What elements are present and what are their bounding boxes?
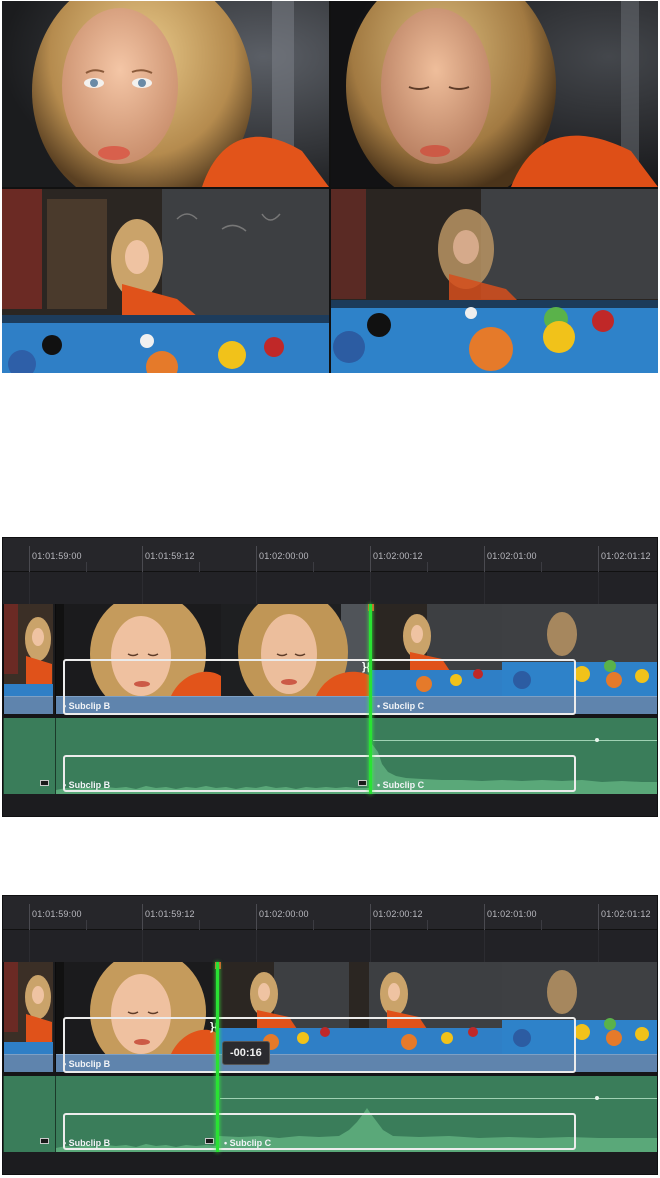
closeup-face-image xyxy=(2,1,329,187)
ruler-tick xyxy=(256,546,257,572)
wide-pool-image xyxy=(2,189,329,373)
clip-link-icon xyxy=(40,1138,49,1144)
ruler-tick xyxy=(142,546,143,572)
ruler-tick xyxy=(313,920,314,930)
ruler-tick xyxy=(199,562,200,572)
viewer-frame-2[interactable] xyxy=(331,1,658,187)
volume-keyframe[interactable] xyxy=(595,1096,599,1100)
video-selection-box[interactable] xyxy=(63,659,576,715)
ruler-tick xyxy=(370,546,371,572)
audio-selection-box[interactable] xyxy=(63,755,576,792)
ruler-tick xyxy=(598,546,599,572)
ruler-label: 01:01:59:00 xyxy=(32,551,82,561)
ruler-tick xyxy=(370,904,371,930)
track-footer xyxy=(3,794,657,816)
ruler-label: 01:02:01:12 xyxy=(601,909,651,919)
ruler-tick xyxy=(256,904,257,930)
ruler-label: 01:02:00:00 xyxy=(259,909,309,919)
ruler-label: 01:02:01:00 xyxy=(487,551,537,561)
ruler-tick xyxy=(199,920,200,930)
trim-offset-tooltip: -00:16 xyxy=(222,1041,270,1065)
ruler-tick xyxy=(541,920,542,930)
ruler-tick xyxy=(86,562,87,572)
ruler-tick xyxy=(598,904,599,930)
clip-thumbnail xyxy=(4,604,53,696)
timecode-ruler[interactable]: 01:01:59:00 01:01:59:12 01:02:00:00 01:0… xyxy=(3,896,657,930)
timeline-panel-after[interactable]: 01:01:59:00 01:01:59:12 01:02:00:00 01:0… xyxy=(2,895,658,1175)
ruler-tick xyxy=(541,562,542,572)
video-clip-previous[interactable] xyxy=(3,962,53,1072)
clip-link-icon xyxy=(40,780,49,786)
viewer-frame-3[interactable] xyxy=(2,189,329,373)
clip-thumbnail xyxy=(4,962,53,1054)
empty-track-row xyxy=(3,572,657,604)
multi-viewer xyxy=(2,1,658,373)
ruler-tick xyxy=(86,920,87,930)
ruler-label: 01:02:00:12 xyxy=(373,551,423,561)
ruler-label: 01:02:00:00 xyxy=(259,551,309,561)
ruler-label: 01:02:01:12 xyxy=(601,551,651,561)
ruler-label: 01:01:59:00 xyxy=(32,909,82,919)
volume-keyframe[interactable] xyxy=(595,738,599,742)
ruler-tick xyxy=(142,904,143,930)
ruler-tick xyxy=(427,920,428,930)
ruler-tick xyxy=(29,904,30,930)
ruler-tick xyxy=(427,562,428,572)
playhead[interactable] xyxy=(216,962,219,1152)
playhead[interactable] xyxy=(369,604,372,794)
video-clip-previous[interactable] xyxy=(3,604,53,714)
ruler-tick xyxy=(484,904,485,930)
timeline-panel-before[interactable]: 01:01:59:00 01:01:59:12 01:02:00:00 01:0… xyxy=(2,537,658,817)
wide-pool-defocus-image xyxy=(331,189,658,373)
viewer-frame-1[interactable] xyxy=(2,1,329,187)
audio-clip-previous[interactable] xyxy=(3,718,55,794)
ruler-tick xyxy=(29,546,30,572)
ruler-label: 01:01:59:12 xyxy=(145,551,195,561)
audio-clip-previous[interactable] xyxy=(3,1076,55,1152)
empty-track-row xyxy=(3,930,657,962)
audio-selection-box[interactable] xyxy=(63,1113,576,1150)
video-selection-box[interactable] xyxy=(63,1017,576,1073)
volume-line[interactable] xyxy=(373,740,657,741)
ruler-tick xyxy=(484,546,485,572)
closeup-face-graded-image xyxy=(331,1,658,187)
ruler-label: 01:02:00:12 xyxy=(373,909,423,919)
ruler-label: 01:01:59:12 xyxy=(145,909,195,919)
ruler-label: 01:02:01:00 xyxy=(487,909,537,919)
track-footer xyxy=(3,1152,657,1174)
timecode-ruler[interactable]: 01:01:59:00 01:01:59:12 01:02:00:00 01:0… xyxy=(3,538,657,572)
viewer-frame-4[interactable] xyxy=(331,189,658,373)
ruler-tick xyxy=(313,562,314,572)
volume-line[interactable] xyxy=(220,1098,657,1099)
